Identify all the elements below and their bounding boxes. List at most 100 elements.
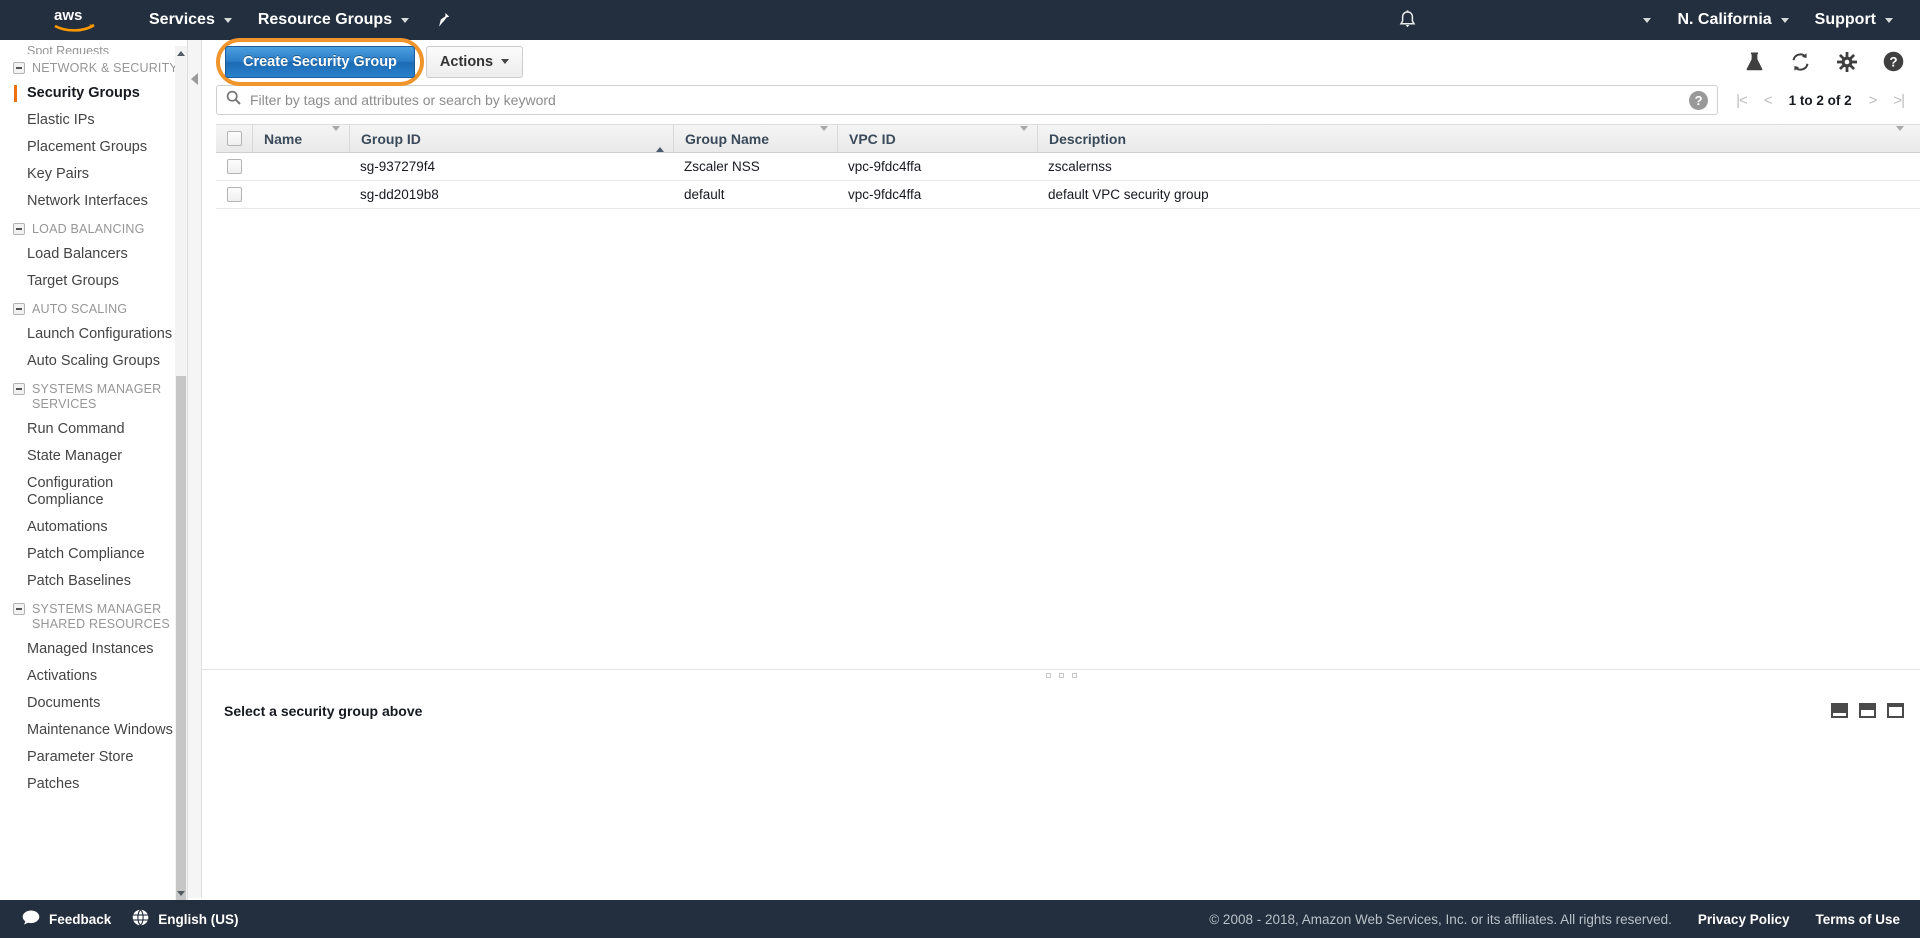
sidebar-item-configuration-compliance[interactable]: Configuration Compliance xyxy=(0,470,187,514)
search-input[interactable] xyxy=(250,92,1681,108)
sort-indicator xyxy=(1896,125,1904,147)
column-header-vpc-id[interactable]: VPC ID xyxy=(837,125,1037,152)
sort-none-icon[interactable] xyxy=(1020,125,1028,147)
sidebar-item-patch-compliance[interactable]: Patch Compliance xyxy=(0,541,187,568)
sort-ascending-icon[interactable] xyxy=(656,130,664,152)
pagination-first[interactable]: |< xyxy=(1736,92,1748,109)
sidebar-item-activations[interactable]: Activations xyxy=(0,663,187,690)
select-all-checkbox[interactable] xyxy=(226,131,242,146)
sidebar-item-load-balancers[interactable]: Load Balancers xyxy=(0,241,187,268)
column-header-description[interactable]: Description xyxy=(1037,125,1920,152)
row-checkbox[interactable] xyxy=(226,187,242,202)
cell-name xyxy=(252,153,349,180)
security-groups-table: Name Group ID Group Name VPC ID Descript… xyxy=(216,124,1920,209)
panel-medium-icon[interactable] xyxy=(1859,703,1876,718)
panel-small-icon[interactable] xyxy=(1831,703,1848,718)
collapse-minus-icon[interactable] xyxy=(13,303,25,315)
column-header-name[interactable]: Name xyxy=(252,125,349,152)
language-link[interactable]: English (US) xyxy=(158,912,238,927)
column-header-group-id[interactable]: Group ID xyxy=(349,125,673,152)
terms-of-use-link[interactable]: Terms of Use xyxy=(1815,912,1900,927)
panel-splitter[interactable] xyxy=(202,669,1920,681)
account-menu[interactable] xyxy=(1630,0,1664,40)
support-menu[interactable]: Support xyxy=(1802,0,1906,40)
collapse-minus-icon[interactable] xyxy=(13,383,25,395)
sidebar-item-placement-groups[interactable]: Placement Groups xyxy=(0,134,187,161)
sidebar-group-header[interactable]: SYSTEMS MANAGER SHARED RESOURCES xyxy=(0,595,187,636)
create-security-group-button[interactable]: Create Security Group xyxy=(225,45,415,78)
nav-services[interactable]: Services xyxy=(136,0,245,40)
sidebar-partial-item[interactable]: Spot Requests xyxy=(0,44,187,54)
sidebar-item-documents[interactable]: Documents xyxy=(0,690,187,717)
scroll-down-arrow[interactable] xyxy=(176,888,186,898)
sort-none-icon[interactable] xyxy=(820,125,828,147)
aws-logo[interactable]: aws xyxy=(52,6,98,34)
sidebar-group-header[interactable]: AUTO SCALING xyxy=(0,295,187,321)
sidebar-item-automations[interactable]: Automations xyxy=(0,514,187,541)
column-header-group-name[interactable]: Group Name xyxy=(673,125,837,152)
sidebar-item-network-interfaces[interactable]: Network Interfaces xyxy=(0,188,187,215)
select-all-cell[interactable] xyxy=(216,125,252,152)
table-row[interactable]: sg-dd2019b8 default vpc-9fdc4ffa default VP… xyxy=(216,181,1920,209)
sidebar-group-label: AUTO SCALING xyxy=(32,302,128,316)
cell-vpc-id: vpc-9fdc4ffa xyxy=(848,159,922,174)
cell-name xyxy=(252,181,349,208)
privacy-policy-link[interactable]: Privacy Policy xyxy=(1698,912,1790,927)
column-label: Description xyxy=(1049,130,1127,147)
sidebar-group-header[interactable]: LOAD BALANCING xyxy=(0,215,187,241)
table-header-row: Name Group ID Group Name VPC ID Descript… xyxy=(216,124,1920,153)
row-checkbox[interactable] xyxy=(226,159,242,174)
toolbar-icon-group: ? xyxy=(1745,51,1904,72)
refresh-icon[interactable] xyxy=(1790,52,1811,72)
main-content: Create Security Group Actions ? Filter b… xyxy=(188,37,1920,900)
create-security-group-wrapper: Create Security Group xyxy=(216,37,424,86)
nav-resource-groups[interactable]: Resource Groups xyxy=(245,0,422,40)
sidebar-item-launch-configurations[interactable]: Launch Configurations xyxy=(0,321,187,348)
flask-icon[interactable] xyxy=(1745,52,1764,72)
sidebar-item-key-pairs[interactable]: Key Pairs xyxy=(0,161,187,188)
filter-help-icon[interactable]: ? xyxy=(1689,90,1709,110)
sidebar-collapse-button[interactable] xyxy=(188,40,202,898)
help-icon[interactable]: ? xyxy=(1883,51,1904,72)
sidebar-item-elastic-ips[interactable]: Elastic IPs xyxy=(0,107,187,134)
scrollbar-thumb[interactable] xyxy=(176,376,186,900)
sidebar-group-header[interactable]: NETWORK & SECURITY xyxy=(0,54,187,80)
collapse-minus-icon[interactable] xyxy=(13,62,25,74)
sidebar-item-auto-scaling-groups[interactable]: Auto Scaling Groups xyxy=(0,348,187,375)
sidebar-item-security-groups[interactable]: Security Groups xyxy=(0,80,187,107)
pin-icon[interactable] xyxy=(422,0,465,40)
sidebar-group-label: SYSTEMS MANAGER SERVICES xyxy=(32,382,162,411)
filter-search-box[interactable]: ? xyxy=(216,85,1719,115)
collapse-minus-icon[interactable] xyxy=(13,223,25,235)
sidebar-item-state-manager[interactable]: State Manager xyxy=(0,443,187,470)
pagination-prev[interactable]: < xyxy=(1764,92,1773,109)
sidebar-item-run-command[interactable]: Run Command xyxy=(0,416,187,443)
row-select-cell[interactable] xyxy=(216,181,252,208)
gear-icon[interactable] xyxy=(1837,51,1857,72)
table-row[interactable]: sg-937279f4 Zscaler NSS vpc-9fdc4ffa zscale… xyxy=(216,153,1920,181)
sidebar-item-maintenance-windows[interactable]: Maintenance Windows xyxy=(0,717,187,744)
sidebar-item-managed-instances[interactable]: Managed Instances xyxy=(0,636,187,663)
sidebar-item-parameter-store[interactable]: Parameter Store xyxy=(0,744,187,771)
sidebar-group-label: SYSTEMS MANAGER SHARED RESOURCES xyxy=(32,602,170,631)
sidebar-item-patches[interactable]: Patches xyxy=(0,771,187,798)
pagination-count: 1 to 2 of 2 xyxy=(1788,92,1852,108)
sidebar-item-patch-baselines[interactable]: Patch Baselines xyxy=(0,568,187,595)
nav-services-label: Services xyxy=(149,11,215,28)
pagination-next[interactable]: > xyxy=(1869,92,1878,109)
scroll-up-arrow[interactable] xyxy=(176,48,186,58)
collapse-minus-icon[interactable] xyxy=(13,603,25,615)
sidebar-scrollbar[interactable] xyxy=(175,46,187,900)
sidebar-group-header[interactable]: SYSTEMS MANAGER SERVICES xyxy=(0,375,187,416)
feedback-link[interactable]: Feedback xyxy=(49,912,111,927)
panel-large-icon[interactable] xyxy=(1887,703,1904,718)
pagination-last[interactable]: >| xyxy=(1893,92,1905,109)
sort-none-icon[interactable] xyxy=(332,125,340,147)
pagination: |< < 1 to 2 of 2 > >| xyxy=(1718,92,1905,109)
bell-icon[interactable] xyxy=(1398,10,1417,35)
actions-button[interactable]: Actions xyxy=(425,45,524,78)
sort-none-icon[interactable] xyxy=(1896,125,1904,147)
sidebar-item-target-groups[interactable]: Target Groups xyxy=(0,268,187,295)
region-menu[interactable]: N. California xyxy=(1664,0,1801,40)
row-select-cell[interactable] xyxy=(216,153,252,180)
